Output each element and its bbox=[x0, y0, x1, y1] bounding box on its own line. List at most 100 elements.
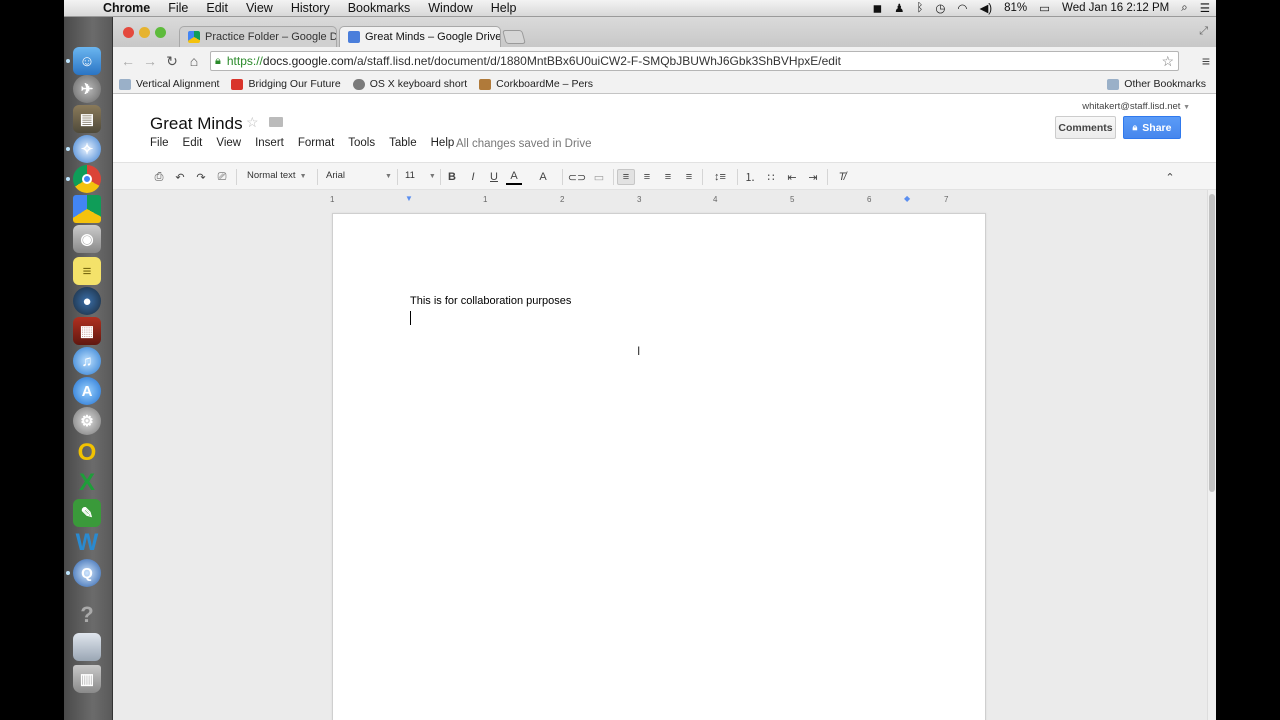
time-machine-icon[interactable]: ◷ bbox=[929, 1, 951, 15]
trash-icon[interactable]: ▥ bbox=[73, 665, 101, 693]
menubar-window[interactable]: Window bbox=[419, 1, 481, 15]
docs-menu-file[interactable]: File bbox=[150, 137, 169, 149]
indent-marker-icon[interactable]: ▼ bbox=[405, 194, 413, 203]
undo-icon[interactable]: ↶ bbox=[172, 169, 188, 185]
redo-icon[interactable]: ↷ bbox=[193, 169, 209, 185]
fullscreen-icon[interactable]: ⤢ bbox=[1199, 25, 1208, 38]
o-app-icon[interactable]: O bbox=[73, 439, 101, 467]
right-indent-marker-icon[interactable]: ◆ bbox=[904, 194, 910, 203]
document-title[interactable]: Great Minds bbox=[150, 114, 243, 134]
other-bookmarks[interactable]: Other Bookmarks bbox=[1101, 78, 1212, 90]
battery-icon[interactable]: ▭ bbox=[1033, 1, 1056, 15]
collapse-menus-icon[interactable]: ⌃ bbox=[1162, 169, 1178, 185]
menubar-history[interactable]: History bbox=[282, 1, 339, 15]
folder-icon[interactable] bbox=[73, 633, 101, 661]
italic-icon[interactable]: I bbox=[466, 169, 480, 185]
bookmark-vertical-alignment[interactable]: Vertical Alignment bbox=[113, 78, 225, 90]
word-icon[interactable]: W bbox=[73, 529, 101, 557]
menubar-view[interactable]: View bbox=[237, 1, 282, 15]
scrollbar-thumb[interactable] bbox=[1209, 194, 1215, 492]
document-body-text[interactable]: This is for collaboration purposes bbox=[410, 295, 571, 307]
font-size-dropdown[interactable]: 11 ▼ bbox=[405, 170, 437, 181]
reload-icon[interactable]: ↻ bbox=[161, 53, 183, 70]
webcam-icon[interactable]: ● bbox=[73, 287, 101, 315]
docs-menu-format[interactable]: Format bbox=[298, 137, 334, 149]
link-icon[interactable]: ⊂⊃ bbox=[568, 169, 586, 185]
menubar-clock[interactable]: Wed Jan 16 2:12 PM bbox=[1056, 2, 1175, 14]
bookmark-star-icon[interactable]: ☆ bbox=[1161, 53, 1174, 70]
vertical-scrollbar[interactable] bbox=[1207, 190, 1216, 720]
highlight-color-icon[interactable]: A bbox=[535, 169, 551, 185]
minimize-window-button[interactable] bbox=[139, 27, 150, 38]
menubar-help[interactable]: Help bbox=[482, 1, 526, 15]
evernote-icon[interactable]: ✎ bbox=[73, 499, 101, 527]
system-preferences-icon[interactable]: ⚙ bbox=[73, 407, 101, 435]
share-button[interactable]: 🔒︎ Share bbox=[1123, 116, 1181, 139]
chrome-menu-icon[interactable]: ≡ bbox=[1202, 53, 1210, 69]
zoom-window-button[interactable] bbox=[155, 27, 166, 38]
menubar-edit[interactable]: Edit bbox=[197, 1, 237, 15]
tab-great-minds[interactable]: Great Minds – Google Drive ✕ bbox=[339, 26, 501, 47]
comments-button[interactable]: Comments bbox=[1055, 116, 1116, 139]
folder-icon[interactable] bbox=[269, 117, 283, 127]
new-tab-button[interactable] bbox=[502, 30, 526, 44]
bookmark-bridging-our-future[interactable]: Bridging Our Future bbox=[225, 78, 346, 90]
file-manager-icon[interactable]: ▤ bbox=[73, 105, 101, 133]
docs-menu-view[interactable]: View bbox=[216, 137, 241, 149]
ruler[interactable]: 1 ▼ 1 2 3 4 5 6 ◆ 7 bbox=[330, 193, 986, 207]
increase-indent-icon[interactable]: ⇥ bbox=[805, 169, 821, 185]
numbered-list-icon[interactable]: ⒈ bbox=[742, 169, 758, 185]
close-window-button[interactable] bbox=[123, 27, 134, 38]
wifi-icon[interactable]: ◠ bbox=[951, 1, 973, 15]
itunes-icon[interactable]: ♫ bbox=[73, 347, 101, 375]
underline-icon[interactable]: U bbox=[487, 169, 501, 185]
text-color-icon[interactable]: A bbox=[506, 169, 522, 185]
chrome-icon[interactable] bbox=[73, 165, 101, 193]
bulleted-list-icon[interactable]: ∷ bbox=[763, 169, 779, 185]
user-status-icon[interactable]: ♟ bbox=[888, 1, 910, 15]
notification-center-icon[interactable]: ☰ bbox=[1194, 1, 1216, 15]
docs-menu-edit[interactable]: Edit bbox=[183, 137, 203, 149]
star-icon[interactable]: ☆ bbox=[246, 114, 259, 131]
spotlight-search-icon[interactable]: ⌕ bbox=[1175, 2, 1193, 15]
decrease-indent-icon[interactable]: ⇤ bbox=[784, 169, 800, 185]
menubar-bookmarks[interactable]: Bookmarks bbox=[339, 1, 420, 15]
address-bar[interactable]: 🔒︎ https:// docs.google.com /a/staff.lis… bbox=[210, 51, 1179, 71]
bluetooth-icon[interactable]: ᛒ bbox=[910, 2, 929, 14]
justify-icon[interactable]: ≡ bbox=[681, 169, 697, 185]
excel-icon[interactable]: X bbox=[73, 469, 101, 497]
photo-booth-icon[interactable]: ◉ bbox=[73, 225, 101, 253]
comment-icon[interactable]: ▭ bbox=[591, 169, 607, 185]
docs-menu-table[interactable]: Table bbox=[389, 137, 417, 149]
home-icon[interactable]: ⌂ bbox=[183, 53, 205, 69]
docs-menu-help[interactable]: Help bbox=[431, 137, 455, 149]
forward-arrow-icon[interactable]: → bbox=[139, 53, 161, 69]
docs-menu-tools[interactable]: Tools bbox=[348, 137, 375, 149]
align-center-icon[interactable]: ≡ bbox=[639, 169, 655, 185]
paint-format-icon[interactable]: ⎚ bbox=[214, 169, 230, 185]
evernote-status-icon[interactable]: ◼ bbox=[867, 1, 889, 15]
paragraph-style-dropdown[interactable]: Normal text ▼ bbox=[247, 170, 313, 181]
align-right-icon[interactable]: ≡ bbox=[660, 169, 676, 185]
app-store-icon[interactable]: A bbox=[73, 377, 101, 405]
font-dropdown[interactable]: Arial ▼ bbox=[326, 170, 394, 181]
clear-formatting-icon[interactable]: T̸ bbox=[834, 169, 850, 185]
bookmark-corkboardme[interactable]: CorkboardMe – Pers bbox=[473, 78, 599, 90]
safari-icon[interactable]: ✧ bbox=[73, 135, 101, 163]
google-drive-icon[interactable] bbox=[73, 195, 101, 223]
tab-practice-folder[interactable]: Practice Folder – Google Dri ✕ bbox=[179, 26, 337, 47]
line-spacing-icon[interactable]: ↕≡ bbox=[707, 169, 733, 185]
quicktime-icon[interactable]: Q bbox=[73, 559, 101, 587]
photo-icon[interactable]: ▦ bbox=[73, 317, 101, 345]
align-left-icon[interactable]: ≡ bbox=[617, 169, 635, 185]
launchpad-icon[interactable]: ✈ bbox=[73, 75, 101, 103]
help-icon[interactable]: ? bbox=[73, 601, 101, 629]
bold-icon[interactable]: B bbox=[445, 169, 459, 185]
back-arrow-icon[interactable]: ← bbox=[117, 53, 139, 69]
save-status[interactable]: All changes saved in Drive bbox=[456, 138, 592, 150]
print-icon[interactable]: ⎙ bbox=[151, 169, 167, 185]
bookmark-osx-keyboard[interactable]: OS X keyboard short bbox=[347, 78, 473, 90]
menubar-app-name[interactable]: Chrome bbox=[94, 1, 159, 15]
finder-icon[interactable]: ☺ bbox=[73, 47, 101, 75]
volume-icon[interactable]: ◀) bbox=[973, 1, 998, 15]
